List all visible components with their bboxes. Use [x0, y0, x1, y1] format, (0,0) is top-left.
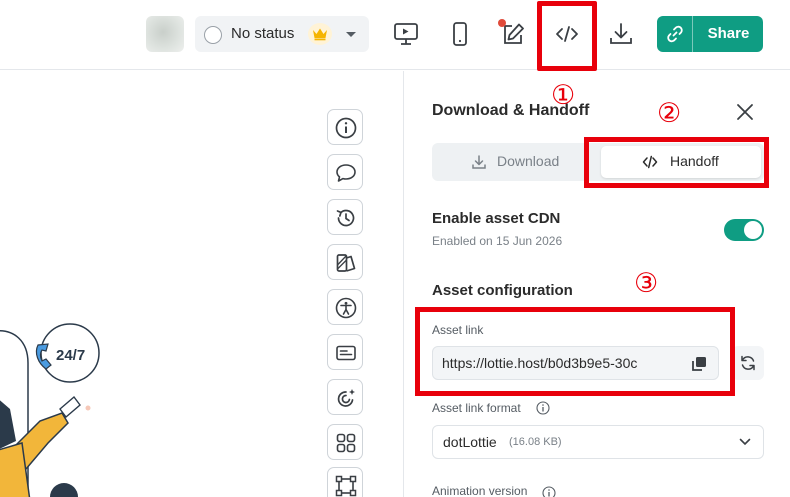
history-icon: [336, 209, 355, 227]
asset-format-label: Asset link format: [432, 401, 521, 415]
animation-version-label: Animation version: [432, 484, 528, 497]
annotation-box-3: [415, 307, 735, 396]
cdn-toggle[interactable]: [724, 219, 764, 241]
chevron-down-icon: [739, 438, 751, 446]
share-group: Share: [657, 16, 763, 52]
info-icon: [335, 117, 357, 139]
history-button[interactable]: [327, 199, 363, 235]
tab-download[interactable]: Download: [432, 143, 598, 181]
status-dropdown[interactable]: No status: [195, 16, 369, 52]
top-bar: No status Share: [0, 0, 790, 70]
asset-config-title: Asset configuration: [432, 282, 573, 299]
accessibility-icon: [335, 297, 357, 319]
chevron-down-icon: [346, 32, 356, 37]
canvas-area: 24/7: [0, 71, 403, 497]
format-value: dotLottie: [443, 434, 497, 450]
info-button[interactable]: [327, 109, 363, 145]
annotation-label-1: ①: [551, 80, 576, 111]
comment-button[interactable]: [327, 154, 363, 190]
accessibility-button[interactable]: [327, 289, 363, 325]
badge-text: 24/7: [56, 347, 85, 364]
format-size: (16.08 KB): [509, 436, 562, 448]
share-button[interactable]: Share: [694, 16, 763, 52]
refresh-icon: [741, 355, 755, 371]
preview-desktop-icon[interactable]: [392, 20, 420, 48]
copy-link-button[interactable]: [657, 16, 693, 52]
avatar[interactable]: [146, 16, 184, 52]
support-illustration: 24/7: [0, 323, 100, 497]
theme-button[interactable]: [327, 244, 363, 280]
annotation-label-2: ②: [657, 98, 682, 129]
tab-download-label: Download: [497, 153, 560, 169]
preview-mobile-icon[interactable]: [446, 20, 474, 48]
download-handoff-panel: Download & Handoff Download Handoff Enab…: [403, 71, 790, 497]
theme-icon: [336, 254, 356, 272]
status-radio-icon: [204, 26, 222, 44]
captions-button[interactable]: [327, 334, 363, 370]
toggle-knob: [744, 221, 762, 239]
ai-magic-button[interactable]: [327, 379, 363, 415]
cdn-title: Enable asset CDN: [432, 210, 561, 227]
frame-button[interactable]: [327, 467, 363, 497]
crown-icon: [308, 23, 332, 45]
captions-icon: [336, 345, 356, 361]
info-icon[interactable]: [536, 401, 550, 415]
refresh-button[interactable]: [732, 346, 764, 380]
status-label: No status: [231, 25, 295, 42]
info-icon[interactable]: [542, 486, 556, 497]
ai-magic-icon: [337, 389, 355, 407]
close-icon: [737, 104, 753, 120]
asset-format-select[interactable]: dotLottie (16.08 KB): [432, 425, 764, 459]
components-icon: [336, 433, 356, 453]
download-icon: [472, 155, 486, 169]
annotation-label-3: ③: [634, 268, 659, 299]
download-icon[interactable]: [607, 20, 635, 48]
annotation-box-1: [537, 1, 597, 71]
comment-icon: [336, 164, 356, 182]
close-button[interactable]: [734, 101, 756, 123]
link-icon: [667, 25, 683, 43]
frame-icon: [335, 475, 357, 497]
components-button[interactable]: [327, 424, 363, 460]
cdn-subtitle: Enabled on 15 Jun 2026: [432, 234, 563, 248]
annotation-box-2: [584, 137, 769, 188]
notification-dot: [498, 19, 506, 27]
